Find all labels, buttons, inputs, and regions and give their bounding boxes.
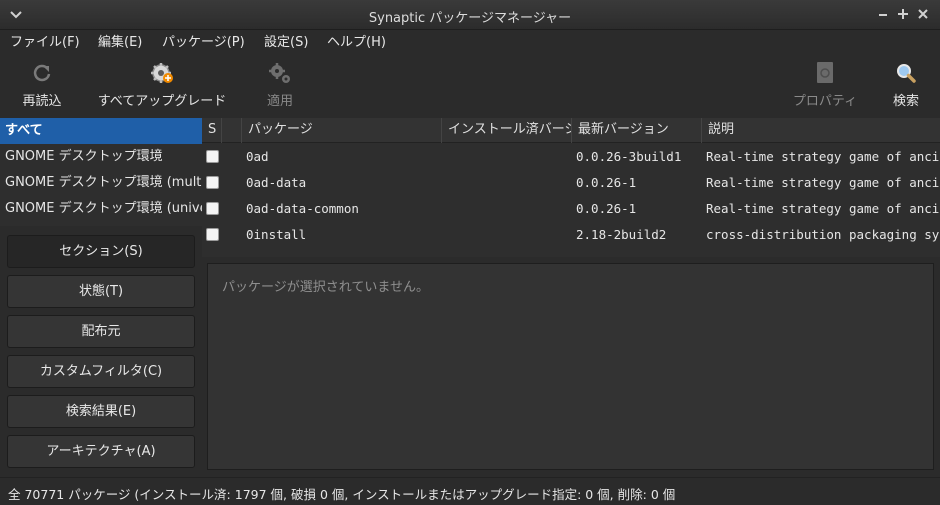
table-row[interactable]: 0ad-data 0.0.26-1 Real-time strategy gam… [202, 170, 940, 196]
reload-button[interactable]: 再読込 [18, 60, 66, 109]
reload-label: 再読込 [22, 94, 62, 109]
sections-button[interactable]: セクション(S) [7, 235, 195, 268]
package-description: Real-time strategy game of ancient warfa… [706, 175, 940, 190]
column-package[interactable]: パッケージ [242, 118, 442, 143]
package-details-pane: パッケージが選択されていません。 [207, 263, 934, 470]
toolbar: 再読込 すべてアップグレード 適用 プロパティ 検索 [0, 52, 940, 116]
latest-version: 0.0.26-1 [576, 175, 637, 190]
filter-item-gnome-universe[interactable]: GNOME デスクトップ環境 (universe) [0, 196, 202, 222]
latest-version: 0.0.26-1 [576, 201, 637, 216]
package-list-header: S パッケージ インストール済バージョン 最新バージョン 説明 [202, 118, 940, 143]
menu-package[interactable]: パッケージ(P) [162, 31, 245, 50]
menu-file[interactable]: ファイル(F) [10, 31, 80, 50]
properties-button[interactable]: プロパティ [788, 60, 862, 109]
filter-item-gnome[interactable]: GNOME デスクトップ環境 [0, 144, 202, 170]
apply-button[interactable]: 適用 [258, 60, 302, 109]
status-button[interactable]: 状態(T) [7, 275, 195, 308]
table-row[interactable]: 0install 2.18-2build2 cross-distribution… [202, 222, 940, 248]
reload-icon [33, 64, 51, 82]
package-checkbox[interactable] [206, 176, 219, 189]
package-checkbox[interactable] [206, 202, 219, 215]
upgrade-all-button[interactable]: すべてアップグレード [92, 60, 232, 109]
search-results-button[interactable]: 検索結果(E) [7, 395, 195, 428]
upgrade-gear-icon [151, 63, 173, 83]
package-checkbox[interactable] [206, 228, 219, 241]
custom-filters-button[interactable]: カスタムフィルタ(C) [7, 355, 195, 388]
menu-help[interactable]: ヘルプ(H) [327, 31, 386, 50]
status-bar: 全 70771 パッケージ (インストール済: 1797 個, 破損 0 個, … [0, 477, 940, 505]
package-description: Real-time strategy game of ancient warfa… [706, 149, 940, 164]
package-description: Real-time strategy game of ancient warfa… [706, 201, 940, 216]
minimize-icon[interactable] [875, 6, 891, 22]
menu-settings[interactable]: 設定(S) [264, 31, 308, 50]
architecture-button[interactable]: アーキテクチャ(A) [7, 435, 195, 468]
column-status[interactable]: S [202, 118, 222, 143]
package-list: S パッケージ インストール済バージョン 最新バージョン 説明 0ad 0.0.… [202, 118, 940, 257]
search-icon [897, 64, 916, 83]
close-icon[interactable] [915, 6, 931, 22]
column-support[interactable] [222, 118, 242, 143]
installed-version [446, 144, 568, 170]
package-name: 0ad-data [246, 175, 307, 190]
column-description[interactable]: 説明 [702, 118, 940, 143]
status-text: 全 70771 パッケージ (インストール済: 1797 個, 破損 0 個, … [8, 487, 676, 502]
filter-item-gnome-multiverse[interactable]: GNOME デスクトップ環境 (multiverse) [0, 170, 202, 196]
menu-edit[interactable]: 編集(E) [98, 31, 142, 50]
installed-version [446, 222, 568, 248]
package-name: 0ad [246, 149, 269, 164]
installed-version [446, 170, 568, 196]
no-package-selected-message: パッケージが選択されていません。 [222, 280, 429, 295]
window-title: Synaptic パッケージマネージャー [368, 11, 572, 26]
package-name: 0install [246, 227, 307, 242]
origin-button[interactable]: 配布元 [7, 315, 195, 348]
properties-document-icon [817, 62, 833, 83]
upgrade-all-label: すべてアップグレード [97, 94, 227, 109]
latest-version: 0.0.26-3build1 [576, 149, 682, 164]
properties-label: プロパティ [792, 94, 858, 109]
filter-item-all[interactable]: すべて [0, 118, 202, 144]
package-name: 0ad-data-common [246, 201, 359, 216]
title-bar: Synaptic パッケージマネージャー [0, 0, 940, 30]
menu-bar: ファイル(F) 編集(E) パッケージ(P) 設定(S) ヘルプ(H) [0, 30, 940, 50]
column-installed-version[interactable]: インストール済バージョン [442, 118, 572, 143]
installed-version [446, 196, 568, 222]
package-description: cross-distribution packaging system [706, 227, 940, 242]
table-row[interactable]: 0ad 0.0.26-3build1 Real-time strategy ga… [202, 144, 940, 170]
search-label: 検索 [892, 94, 919, 109]
filter-list: すべて GNOME デスクトップ環境 GNOME デスクトップ環境 (multi… [0, 118, 202, 226]
table-row[interactable]: 0ad-data-common 0.0.26-1 Real-time strat… [202, 196, 940, 222]
apply-gears-icon [269, 63, 290, 83]
latest-version: 2.18-2build2 [576, 227, 667, 242]
sidebar: すべて GNOME デスクトップ環境 GNOME デスクトップ環境 (multi… [0, 118, 202, 475]
package-checkbox[interactable] [206, 150, 219, 163]
search-button[interactable]: 検索 [886, 60, 926, 109]
apply-label: 適用 [266, 94, 293, 109]
maximize-icon[interactable] [895, 6, 911, 22]
column-latest-version[interactable]: 最新バージョン [572, 118, 702, 143]
